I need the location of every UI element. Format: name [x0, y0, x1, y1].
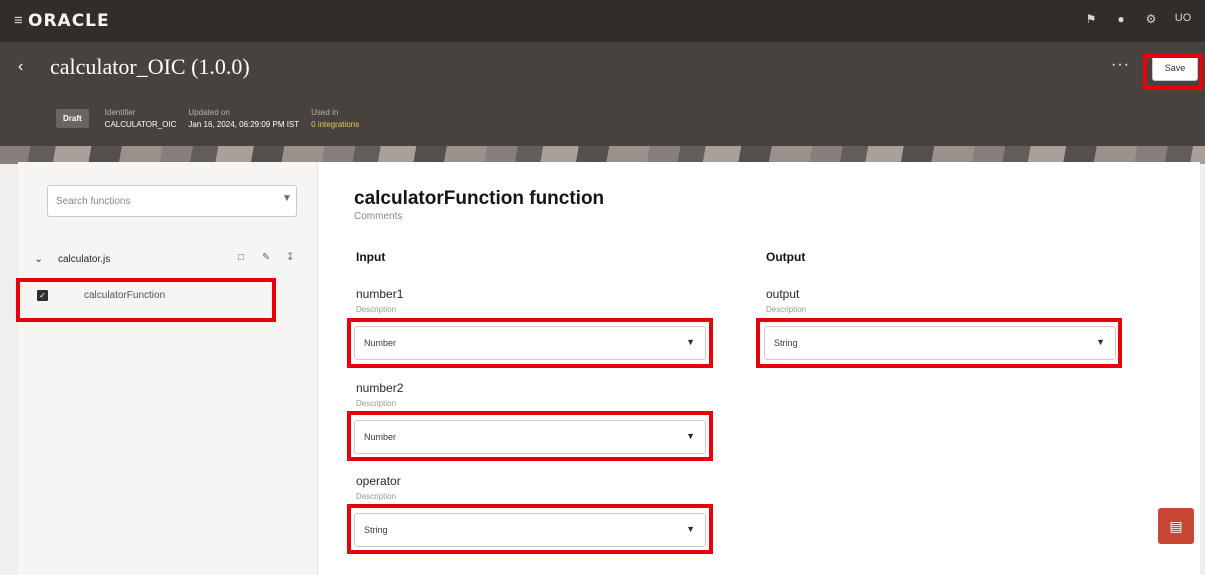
main-content: Search functions ▼ ⌄ calculator.js □ ✎ ↧…: [18, 162, 1200, 575]
function-list-item[interactable]: ✓ calculatorFunction: [34, 286, 284, 308]
output-heading: Output: [766, 250, 806, 264]
more-actions-icon[interactable]: ···: [1111, 56, 1130, 74]
updated-value: Jan 16, 2024, 06:29:09 PM IST: [188, 120, 300, 129]
library-metadata: Draft Identifier CALCULATOR_OIC Updated …: [56, 108, 359, 129]
back-chevron-icon[interactable]: ‹: [18, 58, 23, 76]
function-name: calculatorFunction: [84, 290, 166, 301]
chevron-down-icon[interactable]: ⌄: [34, 252, 43, 265]
dropdown-arrow-icon[interactable]: ▼: [686, 337, 695, 347]
checkbox-checked-icon[interactable]: ✓: [37, 290, 48, 301]
param-description[interactable]: Description: [356, 305, 396, 314]
param-type-select[interactable]: Number ▼: [354, 420, 706, 454]
param-type-value: String: [364, 525, 388, 535]
file-tree-item[interactable]: ⌄ calculator.js □ ✎ ↧: [34, 252, 304, 272]
file-name: calculator.js: [58, 254, 111, 265]
dropdown-arrow-icon[interactable]: ▼: [1096, 337, 1105, 347]
output-description[interactable]: Description: [766, 305, 806, 314]
param-type-value: Number: [364, 338, 397, 348]
help-icon[interactable]: ●: [1113, 12, 1129, 26]
settings-icon[interactable]: ⚙: [1143, 12, 1159, 26]
used-in-label: Used in: [311, 108, 339, 117]
save-button[interactable]: Save: [1152, 55, 1198, 81]
output-type-value: String: [774, 338, 798, 348]
param-description[interactable]: Description: [356, 399, 396, 408]
dropdown-arrow-icon[interactable]: ▼: [686, 524, 695, 534]
param-type-select[interactable]: String ▼: [354, 513, 706, 547]
identifier-block: Identifier CALCULATOR_OIC: [105, 108, 177, 129]
notifications-icon[interactable]: ⚑: [1083, 12, 1099, 26]
functions-sidebar: Search functions ▼ ⌄ calculator.js □ ✎ ↧…: [18, 162, 318, 575]
param-description[interactable]: Description: [356, 492, 396, 501]
param-name: number2: [356, 381, 404, 395]
search-functions-input[interactable]: Search functions: [47, 185, 297, 217]
download-icon[interactable]: ↧: [286, 252, 294, 263]
output-name: output: [766, 287, 800, 301]
document-icon[interactable]: □: [238, 252, 244, 263]
updated-block: Updated on Jan 16, 2024, 06:29:09 PM IST: [188, 108, 299, 129]
page-title: calculator_OIC (1.0.0): [50, 54, 250, 79]
param-type-select[interactable]: Number ▼: [354, 326, 706, 360]
top-icons: ⚑ ● ⚙ UO: [1083, 12, 1193, 26]
identifier-value: CALCULATOR_OIC: [104, 120, 177, 129]
function-title: calculatorFunction function: [354, 188, 605, 209]
edit-icon[interactable]: ✎: [262, 252, 270, 263]
updated-label: Updated on: [188, 108, 230, 117]
param-type-value: Number: [364, 432, 397, 442]
user-avatar[interactable]: UO: [1173, 12, 1193, 26]
status-badge: Draft: [56, 109, 89, 128]
oracle-logo[interactable]: ORACLE: [28, 11, 110, 31]
filter-chevron-down-icon[interactable]: ▼: [282, 193, 292, 204]
comments-label[interactable]: Comments: [354, 211, 402, 222]
param-name: operator: [356, 474, 401, 488]
identifier-label: Identifier: [104, 108, 136, 117]
chat-icon[interactable]: ▤: [1158, 508, 1194, 544]
used-in-link[interactable]: 0 integrations: [311, 120, 359, 129]
used-in-block: Used in 0 integrations: [311, 108, 359, 129]
top-navigation-bar: ≡ ORACLE ⚑ ● ⚙ UO: [0, 0, 1205, 42]
input-heading: Input: [356, 250, 386, 264]
output-type-select[interactable]: String ▼: [764, 326, 1116, 360]
param-name: number1: [356, 287, 404, 301]
hamburger-icon[interactable]: ≡: [14, 12, 23, 29]
dropdown-arrow-icon[interactable]: ▼: [686, 431, 695, 441]
